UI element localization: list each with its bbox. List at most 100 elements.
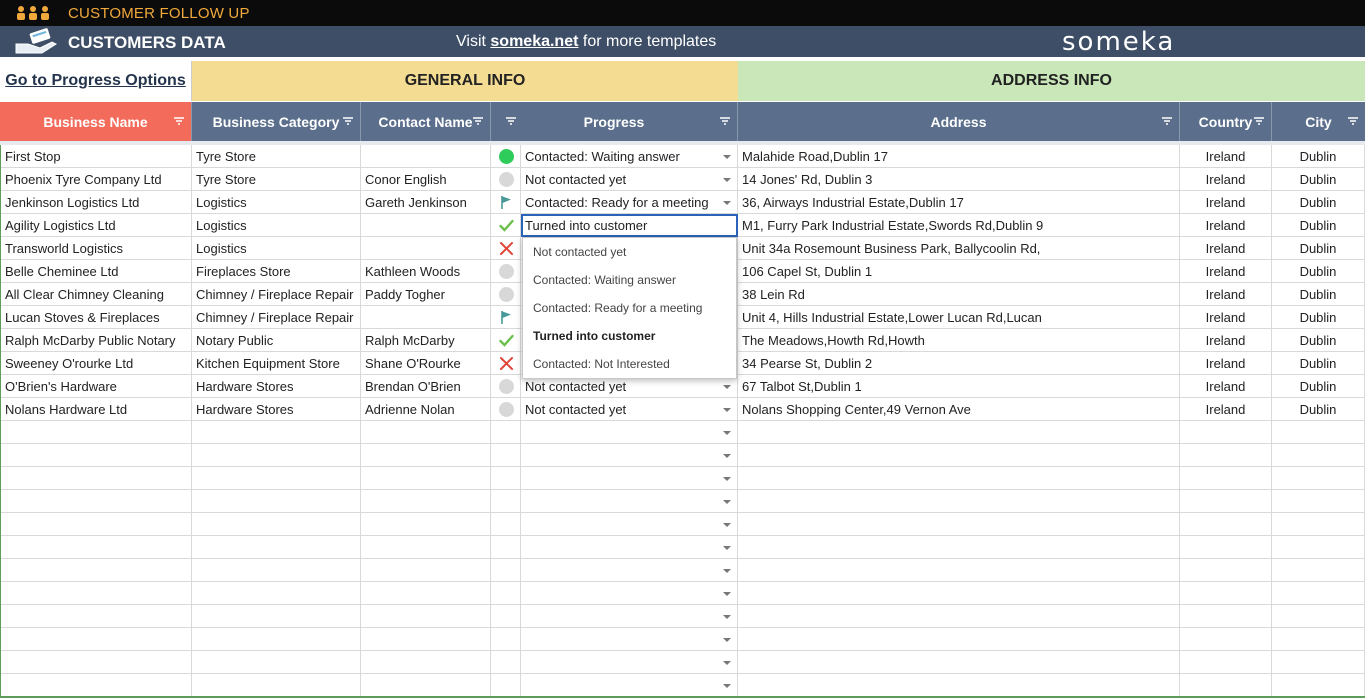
city-cell[interactable]: Dublin: [1272, 398, 1365, 421]
country-cell[interactable]: [1180, 582, 1272, 605]
city-cell[interactable]: Dublin: [1272, 191, 1365, 214]
contact-cell[interactable]: [361, 559, 491, 582]
progress-cell[interactable]: [521, 467, 738, 490]
category-cell[interactable]: [192, 605, 361, 628]
dropdown-arrow-icon[interactable]: [723, 546, 731, 550]
category-cell[interactable]: [192, 674, 361, 697]
filter-icon[interactable]: [472, 115, 484, 127]
country-cell[interactable]: Ireland: [1180, 214, 1272, 237]
country-cell[interactable]: [1180, 674, 1272, 697]
address-cell[interactable]: [738, 628, 1180, 651]
country-cell[interactable]: Ireland: [1180, 329, 1272, 352]
country-cell[interactable]: [1180, 513, 1272, 536]
contact-cell[interactable]: [361, 651, 491, 674]
dropdown-arrow-icon[interactable]: [723, 178, 731, 182]
country-cell[interactable]: [1180, 421, 1272, 444]
contact-cell[interactable]: Kathleen Woods: [361, 260, 491, 283]
country-cell[interactable]: Ireland: [1180, 352, 1272, 375]
business-cell[interactable]: Agility Logistics Ltd: [0, 214, 192, 237]
city-cell[interactable]: Dublin: [1272, 375, 1365, 398]
address-cell[interactable]: [738, 490, 1180, 513]
business-cell[interactable]: All Clear Chimney Cleaning: [0, 283, 192, 306]
country-cell[interactable]: [1180, 467, 1272, 490]
country-cell[interactable]: Ireland: [1180, 168, 1272, 191]
col-business-name[interactable]: Business Name: [0, 102, 192, 141]
business-cell[interactable]: [0, 559, 192, 582]
city-cell[interactable]: [1272, 513, 1365, 536]
category-cell[interactable]: [192, 628, 361, 651]
dropdown-arrow-icon[interactable]: [723, 638, 731, 642]
filter-icon[interactable]: [1347, 115, 1359, 127]
business-cell[interactable]: Nolans Hardware Ltd: [0, 398, 192, 421]
category-cell[interactable]: Logistics: [192, 237, 361, 260]
business-cell[interactable]: Ralph McDarby Public Notary: [0, 329, 192, 352]
city-cell[interactable]: [1272, 467, 1365, 490]
business-cell[interactable]: [0, 513, 192, 536]
city-cell[interactable]: [1272, 628, 1365, 651]
address-cell[interactable]: 36, Airways Industrial Estate,Dublin 17: [738, 191, 1180, 214]
col-business-category[interactable]: Business Category: [192, 102, 361, 141]
category-cell[interactable]: [192, 536, 361, 559]
col-address[interactable]: Address: [738, 102, 1180, 141]
progress-cell[interactable]: Not contacted yet: [521, 168, 738, 191]
dropdown-arrow-icon[interactable]: [723, 477, 731, 481]
country-cell[interactable]: [1180, 536, 1272, 559]
address-cell[interactable]: M1, Furry Park Industrial Estate,Swords …: [738, 214, 1180, 237]
city-cell[interactable]: Dublin: [1272, 329, 1365, 352]
filter-icon[interactable]: [342, 115, 354, 127]
progress-options-link[interactable]: Go to Progress Options: [5, 72, 185, 90]
contact-cell[interactable]: [361, 306, 491, 329]
dropdown-option[interactable]: Contacted: Waiting answer: [533, 273, 676, 287]
category-cell[interactable]: Tyre Store: [192, 168, 361, 191]
address-cell[interactable]: [738, 467, 1180, 490]
contact-cell[interactable]: [361, 467, 491, 490]
contact-cell[interactable]: [361, 145, 491, 168]
progress-cell[interactable]: Not contacted yet: [521, 398, 738, 421]
business-cell[interactable]: Sweeney O'rourke Ltd: [0, 352, 192, 375]
city-cell[interactable]: Dublin: [1272, 214, 1365, 237]
category-cell[interactable]: [192, 490, 361, 513]
contact-cell[interactable]: Ralph McDarby: [361, 329, 491, 352]
city-cell[interactable]: [1272, 582, 1365, 605]
progress-cell[interactable]: [521, 513, 738, 536]
address-cell[interactable]: [738, 582, 1180, 605]
col-progress[interactable]: Progress: [491, 102, 738, 141]
city-cell[interactable]: [1272, 490, 1365, 513]
contact-cell[interactable]: [361, 674, 491, 697]
contact-cell[interactable]: [361, 605, 491, 628]
address-cell[interactable]: Unit 4, Hills Industrial Estate,Lower Lu…: [738, 306, 1180, 329]
address-cell[interactable]: [738, 444, 1180, 467]
business-cell[interactable]: [0, 467, 192, 490]
dropdown-option[interactable]: Not contacted yet: [533, 245, 626, 259]
dropdown-arrow-icon[interactable]: [723, 569, 731, 573]
address-cell[interactable]: [738, 421, 1180, 444]
address-cell[interactable]: 14 Jones' Rd, Dublin 3: [738, 168, 1180, 191]
city-cell[interactable]: Dublin: [1272, 283, 1365, 306]
address-cell[interactable]: 34 Pearse St, Dublin 2: [738, 352, 1180, 375]
category-cell[interactable]: Kitchen Equipment Store: [192, 352, 361, 375]
progress-cell[interactable]: Turned into customer: [521, 214, 738, 237]
progress-cell[interactable]: [521, 582, 738, 605]
contact-cell[interactable]: [361, 628, 491, 651]
someka-link[interactable]: someka.net: [490, 33, 578, 50]
country-cell[interactable]: [1180, 628, 1272, 651]
address-cell[interactable]: 106 Capel St, Dublin 1: [738, 260, 1180, 283]
progress-cell[interactable]: [521, 444, 738, 467]
category-cell[interactable]: Tyre Store: [192, 145, 361, 168]
country-cell[interactable]: Ireland: [1180, 260, 1272, 283]
city-cell[interactable]: Dublin: [1272, 168, 1365, 191]
contact-cell[interactable]: [361, 490, 491, 513]
contact-cell[interactable]: [361, 513, 491, 536]
contact-cell[interactable]: [361, 214, 491, 237]
dropdown-arrow-icon[interactable]: [723, 500, 731, 504]
progress-cell[interactable]: [521, 421, 738, 444]
col-city[interactable]: City: [1272, 102, 1365, 141]
progress-cell[interactable]: [521, 605, 738, 628]
progress-cell[interactable]: [521, 490, 738, 513]
category-cell[interactable]: [192, 421, 361, 444]
category-cell[interactable]: [192, 467, 361, 490]
country-cell[interactable]: Ireland: [1180, 375, 1272, 398]
country-cell[interactable]: Ireland: [1180, 145, 1272, 168]
dropdown-arrow-icon[interactable]: [723, 523, 731, 527]
category-cell[interactable]: Logistics: [192, 214, 361, 237]
